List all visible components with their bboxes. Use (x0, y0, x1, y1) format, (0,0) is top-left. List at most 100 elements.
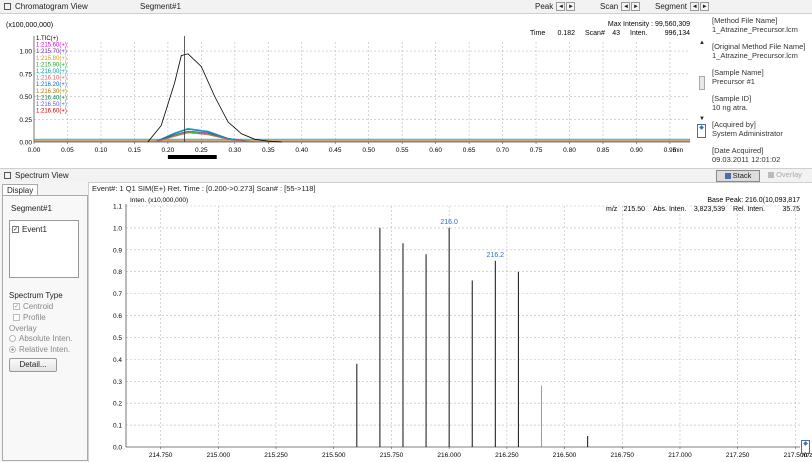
y-tick-label: 0.9 (113, 247, 122, 254)
legend-entry: 1:215.60(+) (36, 43, 67, 49)
profile-label: Profile (23, 313, 46, 322)
abs-inten-label: Abs. Inten. (653, 206, 687, 213)
relative-radio[interactable] (9, 346, 16, 354)
detail-button[interactable]: Detail... (9, 358, 57, 372)
scan-nav: Scan ◄ ► (600, 0, 641, 13)
legend-entry: 1:216.60(+) (36, 109, 67, 115)
absolute-radio[interactable] (9, 335, 16, 343)
x-tick-label: 0.40 (295, 147, 308, 154)
spectrum-side-icon[interactable]: ◆ (801, 440, 810, 454)
panel-collapse-icon[interactable] (4, 3, 11, 11)
peak-label: Peak (535, 2, 554, 11)
x-tick-label: 0.55 (396, 147, 409, 154)
chromatogram-title: Chromatogram View (15, 2, 88, 11)
y-tick-label: 0.7 (113, 291, 122, 298)
y-tick-label: 0.3 (113, 379, 122, 386)
legend-entry: 1:215.90(+) (36, 62, 67, 68)
base-peak-info: Base Peak: 216.0(10,093,817 (707, 197, 800, 204)
sample-id-value: 10 ng atra. (712, 103, 748, 112)
chrom-y-multiplier: (x100,000,000) (6, 22, 53, 29)
stack-label: Stack (732, 171, 752, 180)
peak-prev-button[interactable]: ◄ (556, 2, 566, 12)
stack-icon (724, 173, 731, 180)
x-tick-label: 0.10 (95, 147, 108, 154)
orig-method-label: [Original Method File Name] (712, 42, 806, 51)
event-checkbox[interactable]: ✓ (12, 226, 19, 234)
y-tick-label: 1.1 (113, 204, 122, 211)
segment-prev-button[interactable]: ◄ (690, 2, 700, 12)
scroll-down-arrow[interactable]: ▼ (698, 116, 706, 122)
x-tick-label: 216.000 (437, 452, 461, 459)
stack-button[interactable]: Stack (716, 170, 760, 182)
x-tick-label: 215.500 (322, 452, 346, 459)
x-tick-label: 0.60 (429, 147, 442, 154)
relative-option[interactable]: Relative Inten. (9, 345, 70, 354)
scan-prev-button[interactable]: ◄ (621, 2, 631, 12)
x-tick-label: 0.70 (496, 147, 509, 154)
x-tick-label: 0.05 (61, 147, 74, 154)
chrom-side-icon[interactable]: ◆ (697, 124, 706, 138)
x-tick-label: 0.90 (630, 147, 643, 154)
segment-next-button[interactable]: ► (700, 2, 710, 12)
y-tick-label: 1.00 (19, 49, 32, 56)
spectrum-plot[interactable]: Inten. (x10,000,000) Base Peak: 216.0(10,… (90, 194, 812, 462)
max-intensity: Max Intensity : 99,560,309 (608, 21, 690, 28)
centroid-checkbox[interactable]: ✓ (13, 303, 20, 311)
legend-entry: 1:216.50(+) (36, 102, 67, 108)
acquired-by-value: System Administrator (712, 129, 783, 138)
y-tick-label: 0.2 (113, 401, 122, 408)
event-label: Event1 (22, 225, 47, 234)
sample-name-value: Precursor #1 (712, 77, 755, 86)
overlay-button[interactable]: Overlay (762, 170, 808, 180)
inten-label: Inten. (630, 30, 648, 37)
sample-id-label: [Sample ID] (712, 94, 752, 103)
time-label: Time (530, 30, 545, 37)
y-tick-label: 0.75 (19, 71, 32, 78)
legend-entry: 1:216.10(+) (36, 76, 67, 82)
spectrum-title: Spectrum View (15, 171, 69, 180)
centroid-option[interactable]: ✓ Centroid (13, 302, 53, 311)
peak-nav: Peak ◄ ► (535, 0, 576, 13)
event-list-item[interactable]: ✓ Event1 (12, 225, 76, 234)
x-tick-label: 216.750 (611, 452, 635, 459)
x-tick-label: 216.250 (495, 452, 519, 459)
scroll-up-arrow[interactable]: ▲ (698, 40, 706, 46)
scan-next-button[interactable]: ► (631, 2, 641, 12)
scan-value: 43 (612, 30, 620, 37)
segment-nav: Segment ◄ ► (655, 0, 710, 13)
date-acquired-label: [Date Acquired] (712, 146, 764, 155)
centroid-label: Centroid (23, 302, 54, 311)
legend-entry: 1:215.80(+) (36, 56, 67, 62)
orig-method-value: 1_Atrazine_Precursor.lcm (712, 51, 798, 60)
spectrum-title-bar: Spectrum View Stack Overlay (0, 168, 812, 183)
scroll-thumb[interactable] (699, 76, 705, 90)
x-tick-label: 0.35 (262, 147, 275, 154)
legend-entry: 1:216.40(+) (36, 95, 67, 101)
x-tick-label: 0.15 (128, 147, 141, 154)
x-tick-label: 0.00 (28, 147, 41, 154)
mz-label: m/z (606, 206, 618, 213)
x-tick-label: 215.000 (207, 452, 231, 459)
profile-checkbox[interactable] (13, 314, 20, 322)
segment-label: Segment#1 (140, 2, 181, 11)
x-tick-label: 217.250 (726, 452, 750, 459)
peak-label: 216.0 (440, 219, 458, 226)
y-tick-label: 0.5 (113, 335, 122, 342)
overlay-label: Overlay (776, 170, 802, 179)
x-tick-label: 0.25 (195, 147, 208, 154)
peak-next-button[interactable]: ► (566, 2, 576, 12)
y-tick-label: 0.50 (19, 94, 32, 101)
chromatogram-plot[interactable]: (x100,000,000) Max Intensity : 99,560,309… (0, 14, 706, 166)
x-tick-label: 0.80 (563, 147, 576, 154)
y-tick-label: 0.25 (19, 117, 32, 124)
method-file-label: [Method File Name] (712, 16, 778, 25)
mz-value: 215.50 (624, 206, 646, 213)
x-tick-label: 0.50 (362, 147, 375, 154)
date-acquired-value: 09.03.2011 12:01:02 (712, 155, 781, 164)
profile-option[interactable]: Profile (13, 313, 46, 322)
spectrum-type-label: Spectrum Type (9, 291, 63, 300)
peak-label: 216.2 (487, 252, 505, 259)
panel-collapse-icon[interactable] (4, 172, 11, 180)
chromatogram-title-bar: Chromatogram View Segment#1 Peak ◄ ► Scan… (0, 0, 812, 14)
absolute-option[interactable]: Absolute Inten. (9, 334, 72, 343)
